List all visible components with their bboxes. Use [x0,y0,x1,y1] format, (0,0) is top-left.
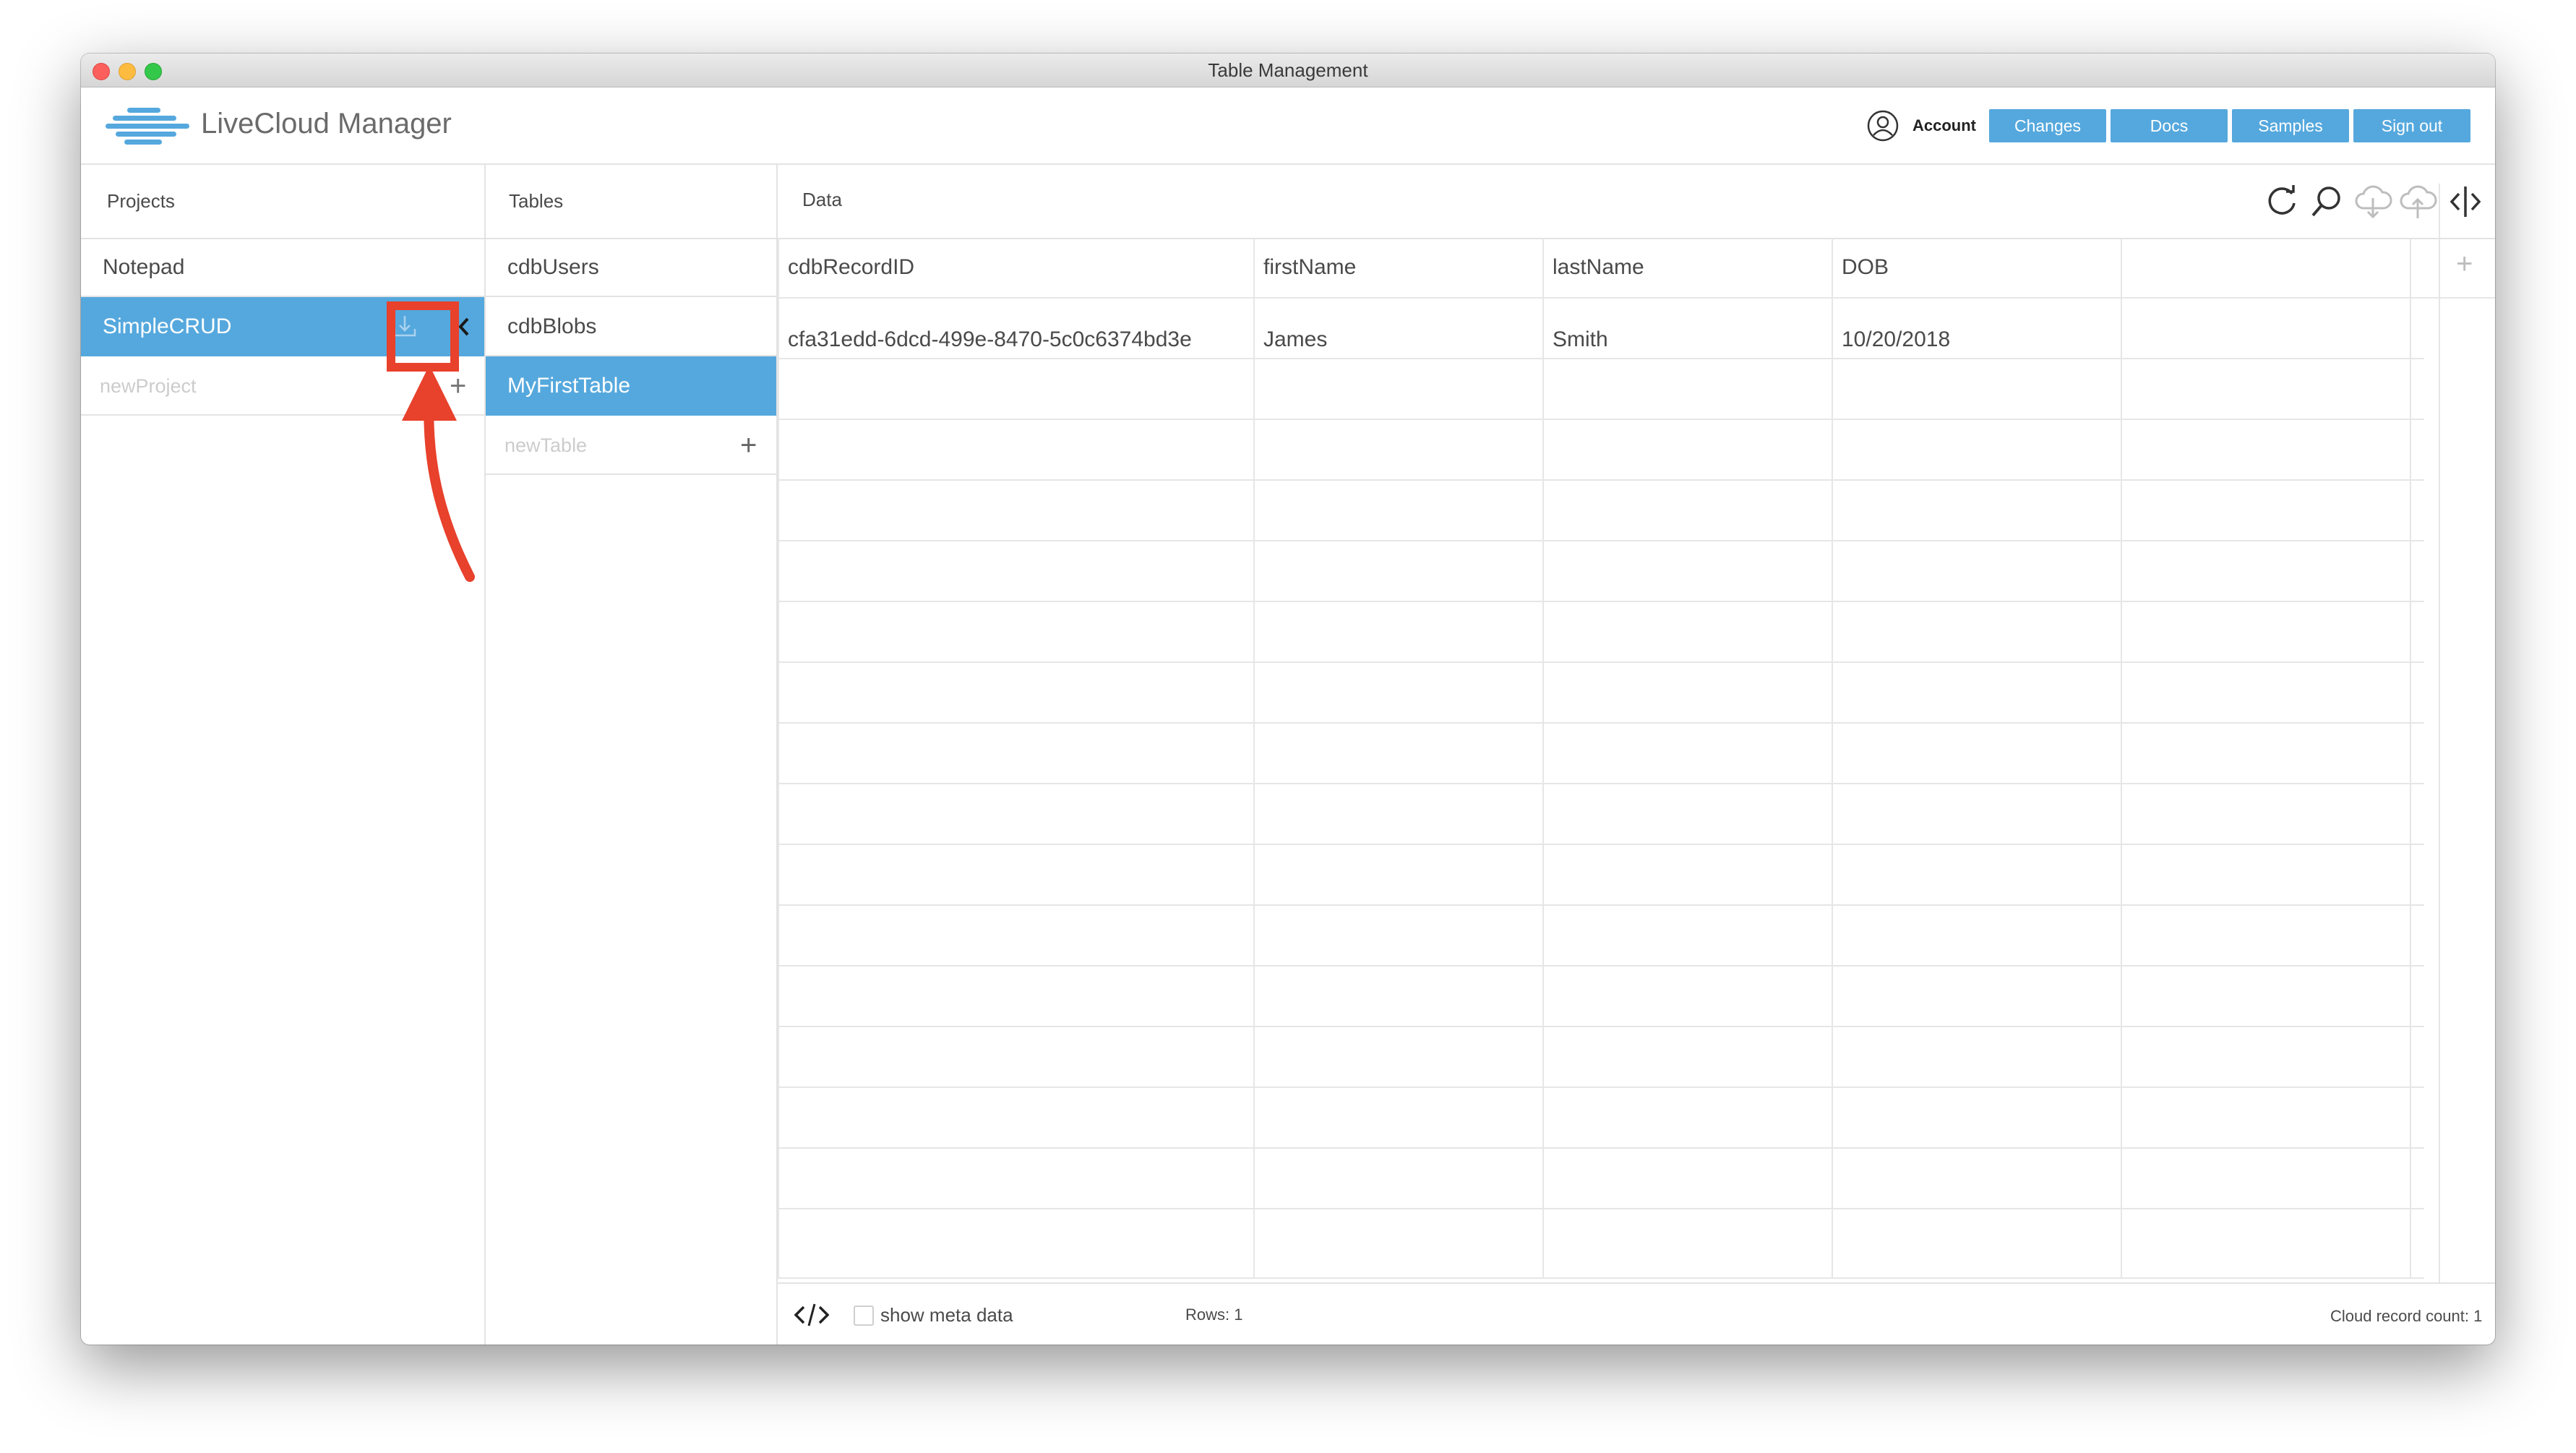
annotation-highlight-box [387,301,459,372]
annotation-arrowhead [402,365,457,421]
annotation-overlay [387,301,475,582]
